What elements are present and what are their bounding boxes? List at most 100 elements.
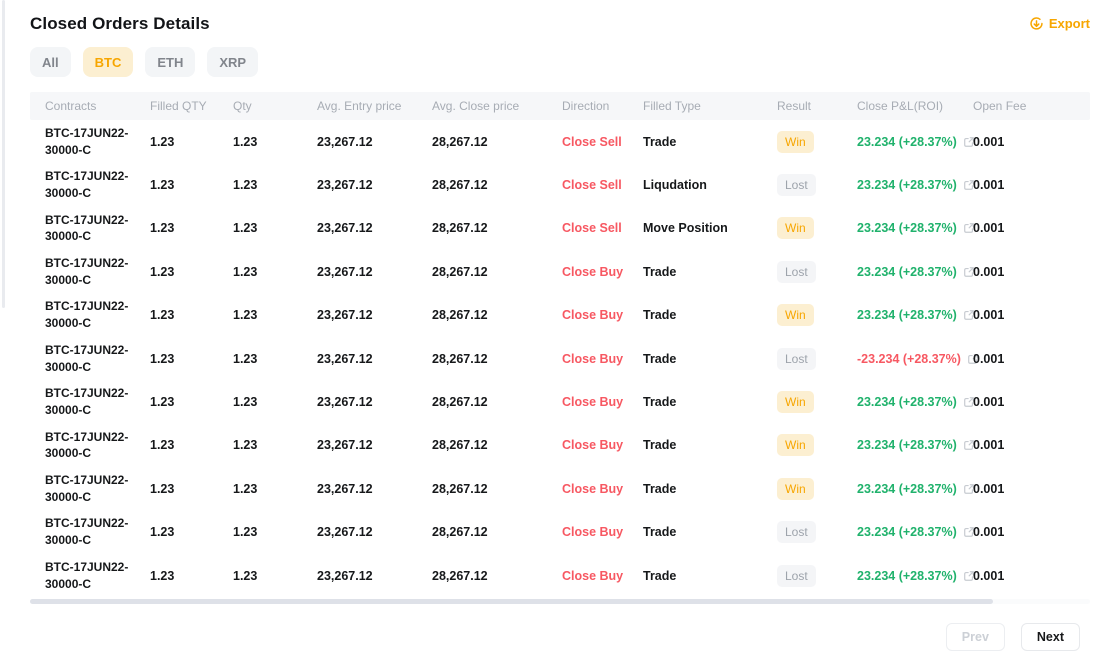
pnl-value: 23.234 (+28.37%) [857,264,957,279]
table-row: BTC-17JUN22-30000-C 1.23 1.23 23,267.12 … [30,511,1090,554]
cell-pnl: 23.234 (+28.37%) [857,221,974,236]
result-badge: Win [777,217,814,240]
table-row: BTC-17JUN22-30000-C 1.23 1.23 23,267.12 … [30,120,1090,163]
panel-header: Closed Orders Details Export [30,14,1090,34]
cell-result: Win [777,130,857,153]
cell-pnl: 23.234 (+28.37%) [857,525,974,540]
cell-qty: 1.23 [233,395,258,410]
cell-avg-close-price: 28,267.12 [432,221,488,236]
horizontal-scrollbar[interactable] [30,599,1090,605]
cell-filled-type: Trade [643,438,677,453]
cell-filled-type: Trade [643,568,677,583]
cell-qty: 1.23 [233,351,258,366]
result-badge: Win [777,130,814,153]
cell-result: Lost [777,260,857,283]
cell-filled-qty: 1.23 [150,134,175,149]
cell-contracts: BTC-17JUN22-30000-C [45,212,129,244]
cell-filled-qty: 1.23 [150,308,175,323]
cell-contracts: BTC-17JUN22-30000-C [45,473,129,504]
cell-avg-close-price: 28,267.12 [432,525,488,540]
filter-tab-eth[interactable]: ETH [145,47,196,77]
cell-avg-close-price: 28,267.12 [432,351,488,366]
cell-open-fee: 0.001 [973,221,1005,236]
cell-pnl: 23.234 (+28.37%) [857,178,974,193]
cell-direction: Close Buy [562,351,624,366]
export-button[interactable]: Export [1029,16,1090,31]
column-header: Filled QTY [150,99,207,113]
pnl-value: 23.234 (+28.37%) [857,438,957,453]
closed-orders-panel: Closed Orders Details Export All BTC ETH XR… [0,0,1110,652]
cell-qty: 1.23 [233,134,258,149]
cell-open-fee: 0.001 [973,481,1005,496]
pnl-value: 23.234 (+28.37%) [857,178,957,193]
cell-filled-qty: 1.23 [150,351,175,366]
table-row: BTC-17JUN22-30000-C 1.23 1.23 23,267.12 … [30,250,1090,293]
cell-result: Win [777,391,857,414]
result-badge: Win [777,477,814,500]
column-header: Avg. Entry price [317,99,402,113]
cell-filled-type: Trade [643,264,677,279]
cell-avg-close-price: 28,267.12 [432,308,488,323]
filter-tab-btc[interactable]: BTC [82,47,134,77]
table-header: Contracts Filled QTY Qty Avg. Entry price Av… [30,92,1090,120]
cell-avg-entry-price: 23,267.12 [317,395,373,410]
cell-pnl: 23.234 (+28.37%) [857,395,974,409]
closed-orders-table: Contracts Filled QTY Qty Avg. Entry price Av… [30,92,1090,605]
cell-direction: Close Buy [562,395,624,410]
cell-open-fee: 0.001 [973,264,1005,279]
cell-qty: 1.23 [233,481,258,496]
cell-avg-entry-price: 23,267.12 [317,221,373,236]
table-row: BTC-17JUN22-30000-C 1.23 1.23 23,267.12 … [30,424,1090,467]
next-button[interactable]: Next [1020,623,1080,652]
table-row: BTC-17JUN22-30000-C 1.23 1.23 23,267.12 … [30,163,1090,206]
cell-avg-entry-price: 23,267.12 [317,438,373,453]
column-header: Close P&L(ROI) [857,99,944,113]
cell-filled-qty: 1.23 [150,525,175,540]
cell-contracts: BTC-17JUN22-30000-C [45,169,129,201]
pagination: Prev Next [30,623,1090,652]
cell-avg-close-price: 28,267.12 [432,178,488,193]
cell-open-fee: 0.001 [973,568,1005,583]
table-row: BTC-17JUN22-30000-C 1.23 1.23 23,267.12 … [30,294,1090,337]
cell-qty: 1.23 [233,308,258,323]
filter-tab-all[interactable]: All [30,47,71,77]
cell-direction: Close Buy [562,438,624,453]
table-row: BTC-17JUN22-30000-C 1.23 1.23 23,267.12 … [30,337,1090,380]
cell-contracts: BTC-17JUN22-30000-C [45,559,129,591]
column-header: Result [777,99,812,113]
filter-tab-xrp[interactable]: XRP [207,47,259,77]
pnl-value: 23.234 (+28.37%) [857,221,957,236]
cell-direction: Close Buy [562,264,624,279]
cell-open-fee: 0.001 [973,351,1005,366]
page-scrollbar[interactable] [2,0,5,308]
cell-filled-qty: 1.23 [150,221,175,236]
cell-filled-qty: 1.23 [150,568,175,583]
cell-filled-qty: 1.23 [150,481,175,496]
cell-filled-qty: 1.23 [150,178,175,193]
prev-button[interactable]: Prev [945,623,1005,652]
table-row: BTC-17JUN22-30000-C 1.23 1.23 23,267.12 … [30,467,1090,510]
cell-avg-close-price: 28,267.12 [432,481,488,496]
pnl-value: 23.234 (+28.37%) [857,525,957,540]
cell-pnl: 23.234 (+28.37%) [857,481,974,496]
cell-filled-qty: 1.23 [150,395,175,410]
cell-pnl: 23.234 (+28.37%) [857,135,974,149]
scrollbar-thumb[interactable] [30,599,993,605]
pnl-value: 23.234 (+28.37%) [857,481,957,496]
cell-pnl: 23.234 (+28.37%) [857,569,974,583]
cell-pnl: 23.234 (+28.37%) [857,264,974,279]
cell-result: Win [777,304,857,327]
cell-pnl: -23.234 (+28.37%) [857,352,978,366]
cell-filled-type: Trade [643,351,677,366]
cell-result: Win [777,434,857,457]
cell-contracts: BTC-17JUN22-30000-C [45,299,129,331]
cell-open-fee: 0.001 [973,438,1005,453]
cell-qty: 1.23 [233,221,258,236]
cell-avg-entry-price: 23,267.12 [317,481,373,496]
cell-qty: 1.23 [233,568,258,583]
cell-filled-type: Move Position [643,221,728,236]
cell-qty: 1.23 [233,438,258,453]
cell-direction: Close Buy [562,308,624,323]
table-row: BTC-17JUN22-30000-C 1.23 1.23 23,267.12 … [30,554,1090,597]
filter-tabs: All BTC ETH XRP [30,47,1090,77]
